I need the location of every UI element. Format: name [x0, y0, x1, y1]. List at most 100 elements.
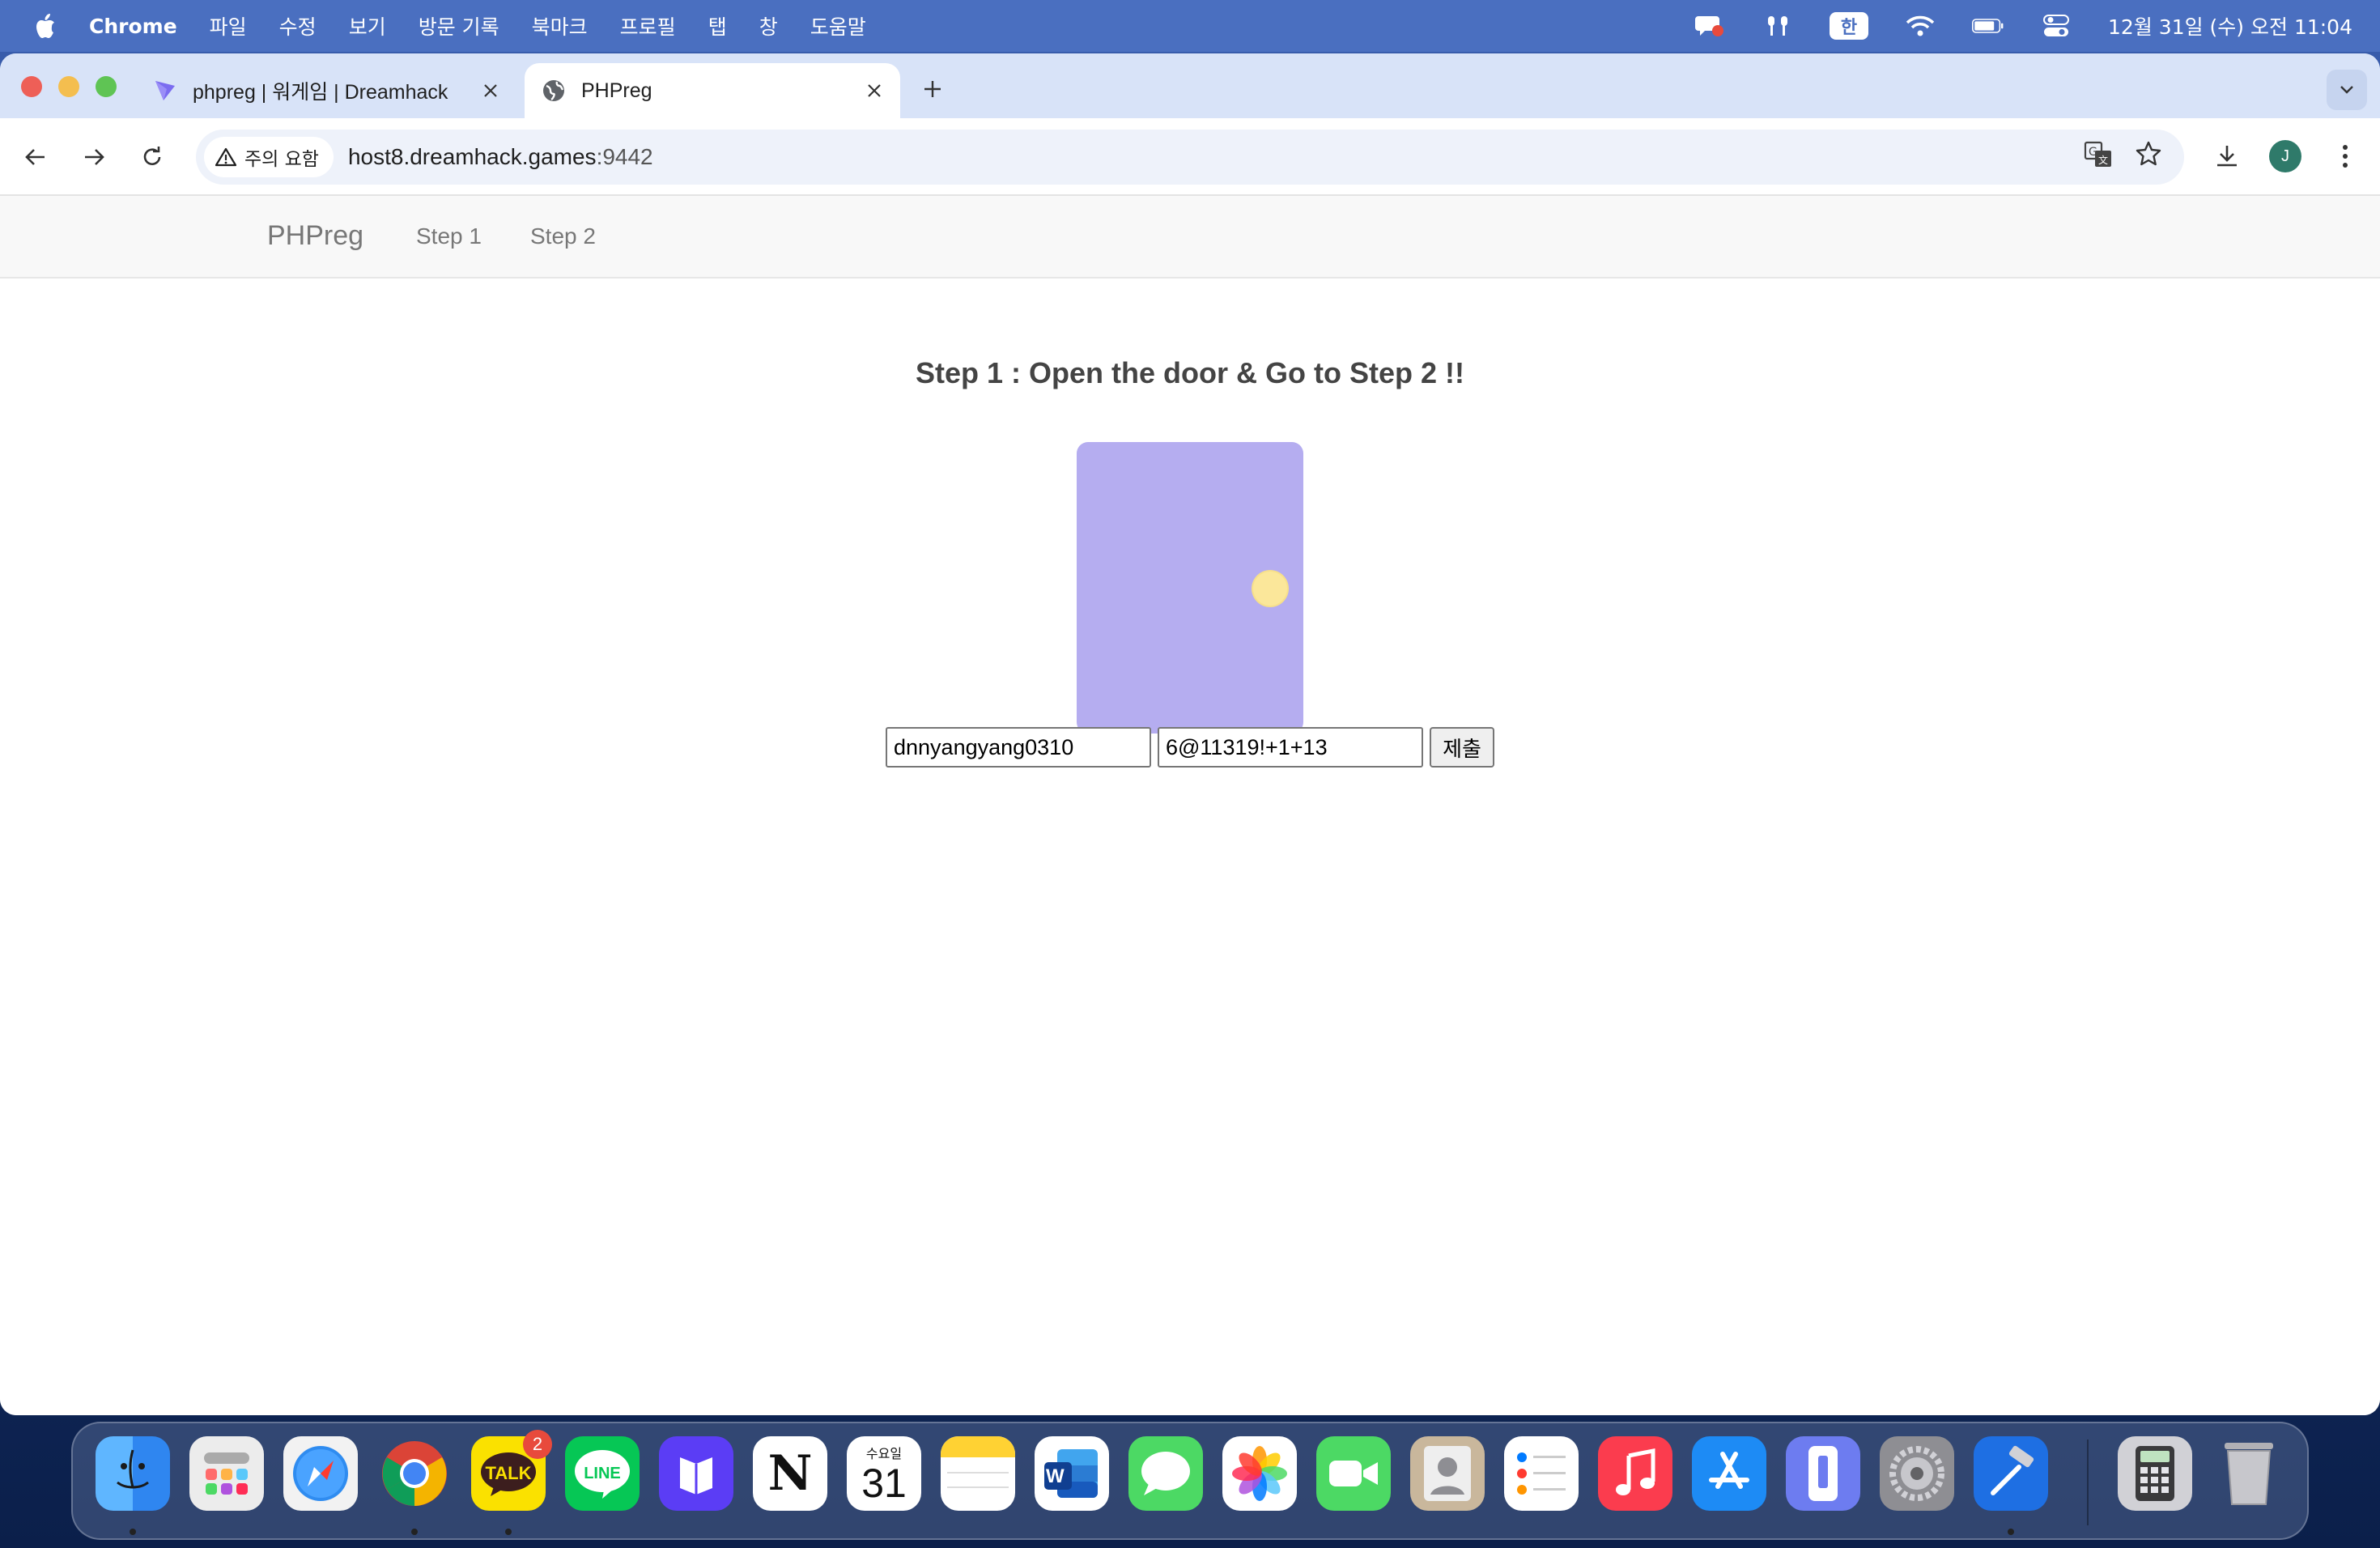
word-icon[interactable]: W — [1035, 1436, 1109, 1511]
tab-dreamhack[interactable]: phpreg | 워게임 | Dreamhack — [136, 63, 516, 118]
menu-window[interactable]: 창 — [759, 11, 778, 40]
bookmark-app-icon[interactable] — [659, 1436, 733, 1511]
forward-button[interactable] — [76, 139, 112, 175]
tab-phpreg[interactable]: PHPreg — [525, 63, 900, 118]
warning-icon — [215, 147, 236, 167]
bookmark-star-icon[interactable] — [2132, 138, 2165, 170]
input-source-badge[interactable]: 한 — [1830, 12, 1869, 40]
arrow-left-icon — [25, 149, 45, 165]
submit-button[interactable]: 제출 — [1430, 727, 1494, 768]
chrome-icon[interactable] — [377, 1436, 452, 1511]
url-text[interactable]: host8.dreamhack.games:9442 — [348, 144, 653, 170]
running-indicator — [505, 1529, 512, 1535]
menu-profiles[interactable]: 프로필 — [620, 11, 676, 40]
security-label: 주의 요함 — [244, 149, 319, 170]
password-input[interactable] — [1158, 727, 1423, 768]
photos-icon[interactable] — [1222, 1436, 1297, 1511]
kakaotalk-icon[interactable]: TALK 2 — [471, 1430, 552, 1511]
page-heading: Step 1 : Open the door & Go to Step 2 !! — [915, 356, 1464, 389]
menu-file[interactable]: 파일 — [210, 11, 247, 40]
security-indicator[interactable]: 주의 요함 — [204, 137, 334, 177]
web-page: PHPreg Step 1 Step 2 Step 1 : Open the d… — [0, 196, 2380, 1415]
menu-tab[interactable]: 탭 — [708, 11, 727, 40]
tab-strip: phpreg | 워게임 | Dreamhack PHPreg — [0, 53, 2380, 118]
facetime-icon[interactable] — [1316, 1436, 1391, 1511]
chrome-menu-button[interactable] — [2325, 136, 2365, 176]
running-indicator — [2008, 1529, 2014, 1535]
messages-icon[interactable] — [1128, 1436, 1203, 1511]
dreamhack-icon — [152, 78, 178, 104]
globe-icon — [541, 78, 567, 104]
contacts-icon[interactable] — [1410, 1436, 1485, 1511]
window-zoom-button[interactable] — [96, 76, 117, 97]
dock-separator — [2087, 1440, 2089, 1525]
iphone-mirroring-icon[interactable] — [1786, 1436, 1860, 1511]
download-icon — [2217, 146, 2237, 167]
menu-bookmarks[interactable]: 북마크 — [532, 11, 588, 40]
window-minimize-button[interactable] — [58, 76, 79, 97]
control-center-icon[interactable] — [2040, 10, 2072, 42]
url-host: host8.dreamhack.games — [347, 144, 597, 169]
calendar-weekday: 수요일 — [865, 1446, 903, 1461]
step1-form: 제출 — [886, 727, 1494, 768]
translate-icon[interactable]: G文 — [2082, 138, 2114, 170]
reminders-icon[interactable] — [1504, 1436, 1579, 1511]
word-label: W — [1046, 1465, 1065, 1487]
system-settings-icon[interactable] — [1880, 1436, 1954, 1511]
nav-step-1[interactable]: Step 1 — [416, 223, 482, 249]
launchpad-icon[interactable] — [189, 1436, 264, 1511]
profile-button[interactable]: J — [2265, 136, 2306, 176]
notes-icon[interactable] — [941, 1436, 1015, 1511]
site-brand[interactable]: PHPreg — [267, 220, 363, 252]
downloads-button[interactable] — [2207, 136, 2247, 176]
line-icon[interactable]: LINE — [565, 1436, 640, 1511]
tab-search-button[interactable] — [2327, 70, 2367, 110]
chat-status-icon[interactable] — [1694, 10, 1726, 42]
notion-icon[interactable]: N — [753, 1436, 827, 1511]
apple-icon[interactable] — [32, 12, 57, 40]
reload-icon — [143, 147, 161, 165]
app-store-icon[interactable] — [1692, 1436, 1766, 1511]
nav-step-2[interactable]: Step 2 — [530, 223, 596, 249]
safari-icon[interactable] — [283, 1436, 358, 1511]
calendar-icon[interactable]: 수요일 31 — [847, 1436, 921, 1511]
menu-app-name[interactable]: Chrome — [89, 15, 177, 38]
menubar-clock[interactable]: 12월 31일 (수) 오전 11:04 — [2108, 11, 2352, 40]
battery-icon[interactable] — [1972, 10, 2004, 42]
calculator-icon[interactable] — [2118, 1436, 2192, 1511]
finder-icon[interactable] — [96, 1436, 170, 1511]
running-indicator — [130, 1529, 136, 1535]
music-icon[interactable] — [1598, 1436, 1672, 1511]
menu-bar: Chrome 파일 수정 보기 방문 기록 북마크 프로필 탭 창 도움말 한 … — [0, 0, 2380, 52]
close-icon[interactable] — [476, 76, 505, 105]
line-label: LINE — [584, 1464, 621, 1482]
calendar-day: 31 — [861, 1461, 907, 1506]
xcode-icon[interactable] — [1974, 1436, 2048, 1511]
avatar: J — [2269, 140, 2301, 172]
site-navbar: PHPreg Step 1 Step 2 — [0, 196, 2380, 279]
door-image — [1077, 442, 1303, 734]
dock: TALK 2 LINE N 수요일 31 W — [71, 1422, 2309, 1540]
wifi-icon[interactable] — [1904, 10, 1936, 42]
address-bar[interactable]: 주의 요함 host8.dreamhack.games:9442 G文 — [196, 130, 2184, 185]
chrome-window: phpreg | 워게임 | Dreamhack PHPreg 주의 요함 ho… — [0, 53, 2380, 1415]
close-icon[interactable] — [860, 76, 889, 105]
url-port: :9442 — [596, 144, 653, 169]
menu-help[interactable]: 도움말 — [810, 11, 866, 40]
notification-badge: 2 — [523, 1430, 552, 1459]
browser-toolbar: 주의 요함 host8.dreamhack.games:9442 G文 J — [0, 118, 2380, 196]
back-button[interactable] — [18, 139, 53, 175]
window-close-button[interactable] — [21, 76, 42, 97]
more-vertical-icon — [2343, 145, 2348, 168]
airpods-icon[interactable] — [1762, 10, 1794, 42]
menu-view[interactable]: 보기 — [349, 11, 386, 40]
name-input[interactable] — [886, 727, 1151, 768]
chevron-down-icon — [2340, 86, 2353, 94]
reload-button[interactable] — [134, 139, 170, 175]
trash-icon[interactable] — [2212, 1436, 2286, 1511]
menu-history[interactable]: 방문 기록 — [419, 11, 499, 40]
menu-edit[interactable]: 수정 — [279, 11, 317, 40]
arrow-right-icon — [85, 149, 104, 165]
notion-label: N — [767, 1445, 813, 1502]
new-tab-button[interactable] — [916, 73, 949, 105]
